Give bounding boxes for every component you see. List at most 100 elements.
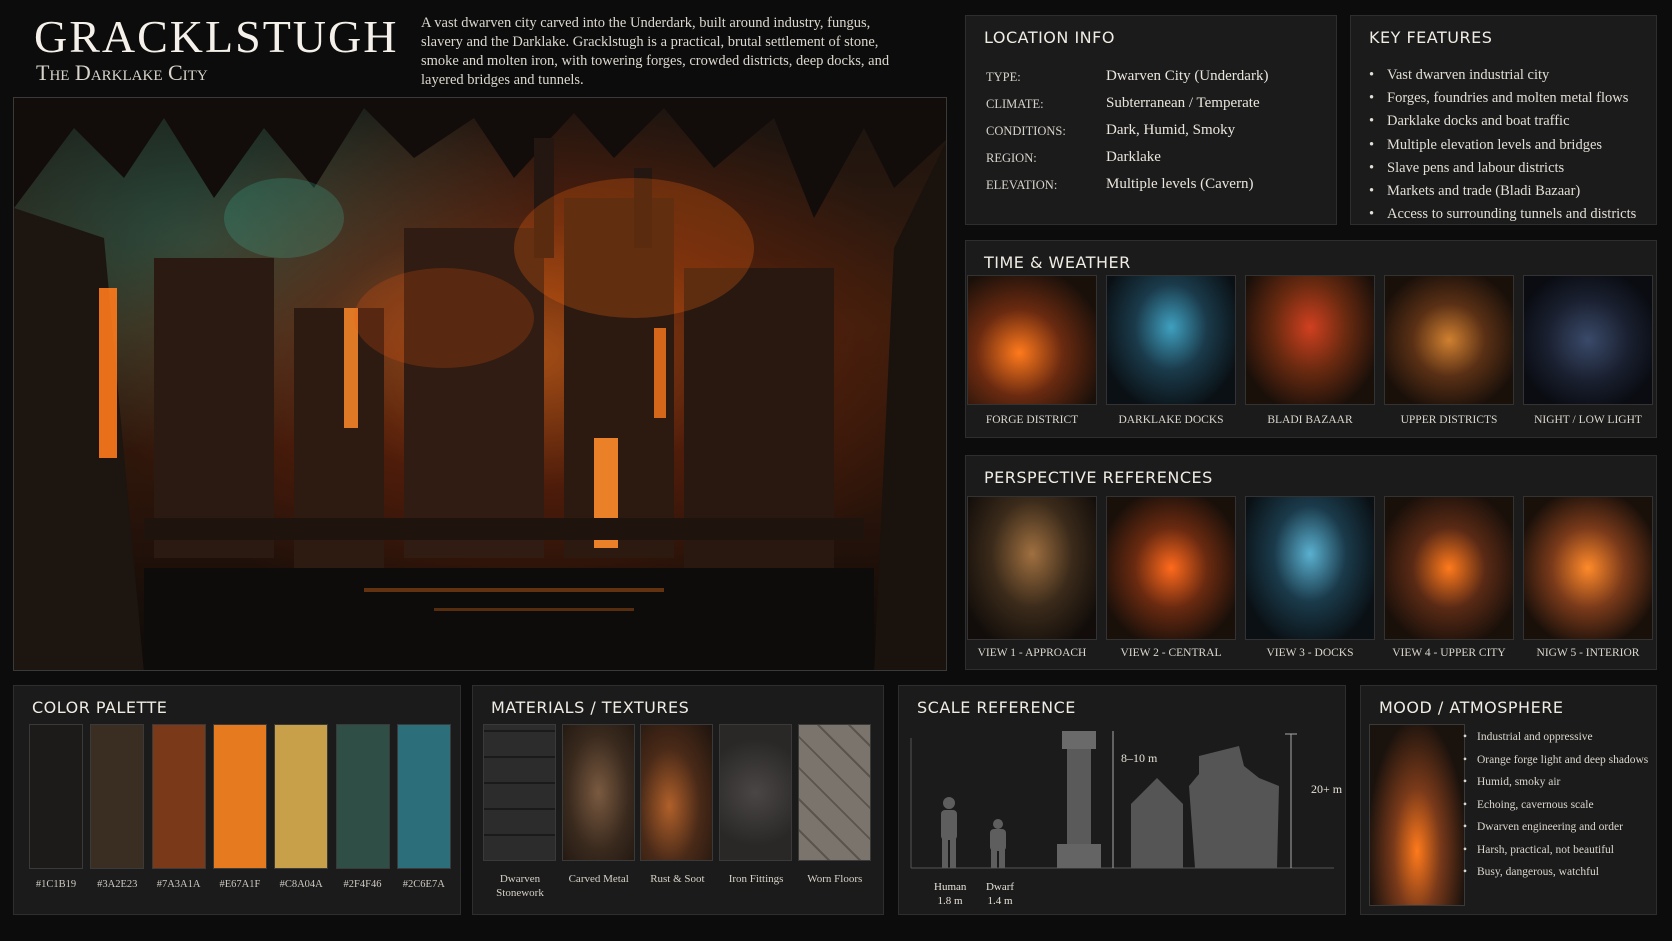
swatch-label: #2F4F46 [343,879,382,890]
mood-item: Humid, smoky air [1463,776,1560,788]
scale-panel: SCALE REFERENCE Human 1.8 m Dwarf 1.4 m … [898,685,1346,915]
info-value: Subterranean / Temperate [1106,95,1260,111]
material-swatch [797,724,871,861]
feature-text: Markets and trade (Bladi Bazaar) [1387,183,1581,199]
human-silhouette-icon [941,797,957,868]
time-weather-label: BLADI BAZAAR [1267,414,1353,426]
human-label: Human 1.8 m [934,881,967,907]
time-weather-label: FORGE DISTRICT [985,414,1079,426]
color-swatch [151,724,206,869]
material-swatch [640,724,714,861]
location-info-panel: LOCATION INFO TYPE: Dwarven City (Underda… [965,15,1337,225]
info-row: CLIMATE: Subterranean / Temperate [986,95,1326,115]
swatch-label: #7A3A1A [156,879,201,890]
dwarf-silhouette-icon [990,819,1006,868]
intro-text: A vast dwarven city carved into the Unde… [421,15,890,88]
page-title: GRACKLSTUGH [34,11,399,62]
key-features-panel: KEY FEATURES Vast dwarven industrial cit… [1350,15,1657,225]
feature-item: Multiple elevation levels and bridges [1369,137,1602,154]
time-weather-label: DARKLAKE DOCKS [1118,414,1224,426]
info-row: CONDITIONS: Dark, Humid, Smoky [986,122,1326,142]
material-label: Iron Fittings [728,873,784,885]
swatch-label: #1C1B19 [35,879,77,890]
info-value: Multiple levels (Cavern) [1106,176,1254,192]
info-row: TYPE: Dwarven City (Underdark) [986,68,1326,88]
info-row: ELEVATION: Multiple levels (Cavern) [986,176,1326,196]
perspective-thumb[interactable] [1245,496,1375,640]
feature-text: Access to surrounding tunnels and distri… [1387,206,1637,223]
perspective-label: VIEW 1 - APPROACH [977,647,1087,659]
color-swatch [396,724,451,869]
dwarf-label: Dwarf 1.4 m [985,881,1015,907]
perspective-thumb[interactable] [1384,496,1514,640]
mood-item: Orange forge light and deep shadows [1463,754,1648,766]
info-row: REGION: Darklake [986,149,1326,169]
time-weather-title: TIME & WEATHER [984,253,1131,272]
feature-item: Markets and trade (Bladi Bazaar) [1369,183,1580,200]
time-weather-thumb[interactable] [967,275,1097,405]
mood-image [1369,724,1465,906]
info-value: Dwarven City (Underdark) [1106,68,1269,84]
swatch-label: #E67A1F [219,879,261,890]
location-info-title: LOCATION INFO [984,28,1115,47]
time-weather-thumb[interactable] [1245,275,1375,405]
feature-text: Vast dwarven industrial city [1387,67,1550,83]
mood-title: MOOD / ATMOSPHERE [1379,698,1564,717]
pillar-silhouette-icon [1057,731,1101,868]
perspective-label: VIEW 3 - DOCKS [1266,647,1354,659]
time-weather-thumb[interactable] [1523,275,1653,405]
material-swatch [719,724,793,861]
mood-item: Dwarven engineering and order [1463,821,1623,833]
mood-item: Harsh, practical, not beautiful [1463,844,1614,856]
building-height-label: 20+ m [1311,782,1343,796]
color-swatch [29,724,83,869]
info-key: TYPE: [986,70,1021,84]
mood-item: Industrial and oppressive [1463,731,1593,743]
perspective-label: VIEW 4 - UPPER CITY [1392,647,1506,659]
material-label: Dwarven Stonework [496,873,544,899]
key-features-title: KEY FEATURES [1369,28,1493,47]
info-value: Dark, Humid, Smoky [1106,122,1236,138]
feature-item: Vast dwarven industrial city [1369,67,1549,84]
scale-diagram [910,731,1334,869]
color-swatch [274,724,329,869]
info-value: Darklake [1106,149,1161,165]
materials-title: MATERIALS / TEXTURES [491,698,690,717]
feature-item: Access to surrounding tunnels and distri… [1369,206,1636,223]
info-key: CLIMATE: [986,97,1044,111]
material-swatch [483,724,556,861]
perspective-title: PERSPECTIVE REFERENCES [984,468,1213,487]
info-key: REGION: [986,151,1037,165]
feature-item: Slave pens and labour districts [1369,160,1564,177]
material-label: Rust & Soot [650,873,705,885]
time-weather-label: NIGHT / LOW LIGHT [1534,414,1642,426]
swatch-label: #C8A04A [279,879,323,890]
perspective-label: NIGW 5 - INTERIOR [1536,647,1640,659]
material-swatch [561,724,635,861]
color-swatch [90,724,145,869]
feature-text: Multiple elevation levels and bridges [1387,136,1603,153]
perspective-thumb[interactable] [1523,496,1653,640]
feature-item: Darklake docks and boat traffic [1369,113,1570,130]
feature-text: Slave pens and labour districts [1387,159,1565,176]
material-label: Carved Metal [568,873,629,885]
info-key: CONDITIONS: [986,124,1066,138]
feature-text: Forges, foundries and molten metal flows [1387,90,1629,107]
color-palette-title: COLOR PALETTE [32,698,168,717]
perspective-label: VIEW 2 - CENTRAL [1120,647,1222,659]
page-subtitle: The Darklake City [36,60,208,85]
swatch-label: #2C6E7A [402,879,445,890]
perspective-thumb[interactable] [967,496,1097,640]
mood-item: Echoing, cavernous scale [1463,799,1594,811]
pillar-height-label: 8–10 m [1121,751,1158,765]
mood-item: Busy, dangerous, watchful [1463,866,1599,878]
perspective-thumb[interactable] [1106,496,1236,640]
feature-text: Darklake docks and boat traffic [1387,113,1570,130]
time-weather-thumb[interactable] [1106,275,1236,405]
time-weather-thumb[interactable] [1384,275,1514,405]
hero-image [13,97,947,671]
info-key: ELEVATION: [986,178,1058,192]
swatch-label: #3A2E23 [97,879,138,890]
time-weather-label: UPPER DISTRICTS [1400,414,1498,426]
color-swatch [335,724,390,869]
